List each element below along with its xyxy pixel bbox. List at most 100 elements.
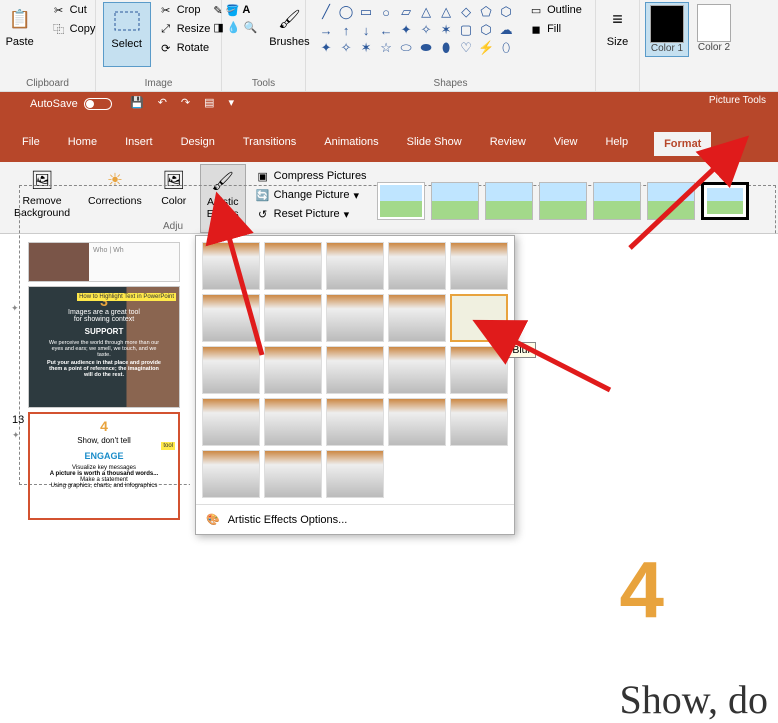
image-group-label: Image — [145, 76, 173, 91]
effect-thumb[interactable] — [202, 398, 260, 446]
picker-icon[interactable]: 💧 — [227, 21, 241, 34]
reset-picture-button[interactable]: ↺Reset Picture ▾ — [252, 206, 371, 222]
tab-help[interactable]: Help — [603, 132, 630, 156]
tab-review[interactable]: Review — [488, 132, 528, 156]
tab-format[interactable]: Format — [654, 132, 711, 156]
select-button[interactable]: Select — [103, 2, 151, 67]
clipboard-group-label: Clipboard — [26, 76, 69, 91]
remove-bg-icon: 🖼 — [28, 166, 56, 194]
quick-access-toolbar: 💾 ↶ ↷ ▤ ▾ — [130, 96, 234, 109]
corrections-icon: ☀ — [101, 166, 129, 194]
effect-thumb[interactable] — [450, 398, 508, 446]
slide-thumb-11[interactable]: Who | Wh — [28, 242, 180, 282]
rotate-button[interactable]: ⟳Rotate — [155, 40, 215, 56]
text-icon[interactable]: A — [242, 4, 250, 17]
color-icon: 🖼 — [160, 166, 188, 194]
slide-number: 4 — [619, 544, 768, 636]
outline-icon: ▭ — [529, 3, 543, 17]
effect-thumb[interactable] — [388, 346, 446, 394]
start-icon[interactable]: ▤ — [204, 96, 214, 109]
redo-icon[interactable]: ↷ — [181, 96, 190, 109]
clipboard-icon: 📋 — [5, 4, 35, 34]
select-icon — [112, 6, 142, 36]
slide-panel: Who | Wh 12✦ 3 How to Highlight Text in … — [0, 234, 190, 628]
effect-thumb[interactable] — [326, 398, 384, 446]
options-icon: 🎨 — [206, 513, 220, 526]
color2-button[interactable]: Color 2 — [693, 2, 735, 55]
artistic-effects-button[interactable]: 🖌Artistic Effects — [200, 164, 246, 233]
slide-thumb-13[interactable]: 13✦ 4 Show, don't tell tool ENGAGE Visua… — [28, 412, 180, 520]
scissors-icon: ✂ — [52, 3, 66, 17]
tab-file[interactable]: File — [20, 132, 42, 156]
annotation-arrow-artistic — [222, 225, 282, 368]
ppt-titlebar: AutoSave 💾 ↶ ↷ ▤ ▾ Picture Tools File Ho… — [0, 92, 778, 162]
style-thumb[interactable] — [485, 182, 533, 220]
change-picture-button[interactable]: 🔄Change Picture ▾ — [252, 187, 371, 203]
chevron-down-icon: ▾ — [353, 189, 359, 202]
undo-icon[interactable]: ↶ — [158, 96, 167, 109]
reset-icon: ↺ — [256, 207, 270, 221]
chevron-down-icon: ▾ — [344, 208, 350, 221]
shapes-gallery[interactable]: ╱◯▭○▱△△◇⬠⬡ →↑↓←✦✧✶▢⬡☁ ✦✧✶☆⬭⬬⬮♡⚡⬯ — [315, 2, 517, 58]
effect-thumb[interactable] — [326, 242, 384, 290]
effect-thumb[interactable] — [388, 294, 446, 342]
resize-button[interactable]: ⤢Resize — [155, 21, 215, 37]
tab-home[interactable]: Home — [66, 132, 99, 156]
change-icon: 🔄 — [256, 188, 270, 202]
tab-slideshow[interactable]: Slide Show — [405, 132, 464, 156]
effect-thumb[interactable] — [388, 398, 446, 446]
crop-icon: ✂ — [159, 3, 173, 17]
fill-icon[interactable]: 🪣 — [226, 4, 240, 17]
compress-pictures-button[interactable]: ▣Compress Pictures — [252, 168, 371, 184]
pencil-icon[interactable]: ✎ — [213, 4, 222, 17]
tab-transitions[interactable]: Transitions — [241, 132, 298, 156]
tools-group-label: Tools — [252, 76, 275, 91]
ppt-tabs: File Home Insert Design Transitions Anim… — [20, 132, 711, 156]
effect-thumb[interactable] — [450, 242, 508, 290]
qat-dropdown-icon[interactable]: ▾ — [229, 96, 235, 109]
save-icon[interactable]: 💾 — [130, 96, 144, 109]
top-ribbon: 📋 Paste ✂Cut ⿻Copy Clipboard Select ✂Cro… — [0, 0, 778, 92]
copy-icon: ⿻ — [52, 22, 66, 36]
artistic-effects-icon: 🖌 — [209, 167, 237, 195]
zoom-icon[interactable]: 🔍 — [244, 21, 258, 34]
outline-button[interactable]: ▭Outline — [525, 2, 586, 18]
effect-thumb[interactable] — [326, 346, 384, 394]
effect-thumb[interactable] — [202, 450, 260, 498]
slide-thumb-12[interactable]: 12✦ 3 How to Highlight Text in PowerPoin… — [28, 286, 180, 408]
effect-thumb[interactable] — [388, 242, 446, 290]
fill-shape-button[interactable]: ◼Fill — [525, 21, 586, 37]
tab-insert[interactable]: Insert — [123, 132, 155, 156]
crop-button[interactable]: ✂Crop — [155, 2, 215, 18]
remove-background-button[interactable]: 🖼Remove Background — [8, 164, 76, 233]
color1-button[interactable]: Color 1 — [645, 2, 689, 57]
shapes-group-label: Shapes — [434, 76, 468, 91]
tab-design[interactable]: Design — [179, 132, 217, 156]
effect-thumb[interactable] — [264, 398, 322, 446]
eraser-icon[interactable]: ◨ — [213, 21, 223, 34]
effect-thumb[interactable] — [326, 450, 384, 498]
annotation-arrow-blur — [500, 330, 620, 403]
tab-animations[interactable]: Animations — [322, 132, 380, 156]
effect-thumb[interactable] — [264, 450, 322, 498]
brush-icon: 🖌 — [274, 4, 304, 34]
picture-tools-label: Picture Tools — [709, 95, 766, 106]
size-button[interactable]: ≡Size — [597, 2, 639, 50]
slide-headline: Show, do — [619, 676, 768, 723]
copy-button[interactable]: ⿻Copy — [48, 21, 100, 37]
compress-icon: ▣ — [256, 169, 270, 183]
fill-shape-icon: ◼ — [529, 22, 543, 36]
resize-icon: ⤢ — [159, 22, 173, 36]
paste-button[interactable]: 📋 Paste — [0, 2, 44, 50]
tab-view[interactable]: View — [552, 132, 580, 156]
style-thumb[interactable] — [377, 182, 425, 220]
style-thumb[interactable] — [539, 182, 587, 220]
artistic-effects-options[interactable]: 🎨 Artistic Effects Options... — [196, 504, 514, 534]
adjust-group-label: Adju — [163, 221, 183, 232]
autosave-toggle[interactable]: AutoSave — [30, 98, 112, 110]
effect-thumb[interactable] — [326, 294, 384, 342]
annotation-arrow-format — [620, 158, 740, 261]
cut-button[interactable]: ✂Cut — [48, 2, 100, 18]
corrections-button[interactable]: ☀Corrections — [82, 164, 148, 233]
style-thumb[interactable] — [431, 182, 479, 220]
